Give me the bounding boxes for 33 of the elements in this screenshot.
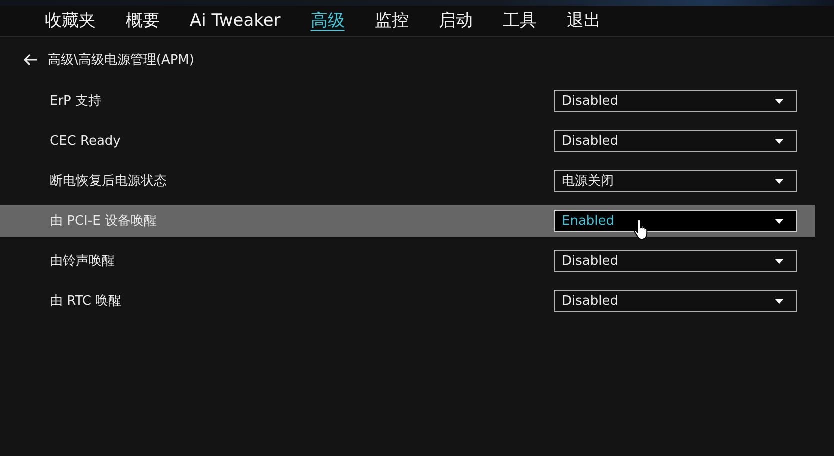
setting-dropdown[interactable]: Disabled xyxy=(554,130,797,152)
menu-tab[interactable]: Ai Tweaker xyxy=(190,10,281,32)
caret-icon xyxy=(775,98,784,104)
setting-row[interactable]: ErP 支持 Disabled xyxy=(0,85,815,117)
setting-row[interactable]: 断电恢复后电源状态 电源关闭 xyxy=(0,165,815,197)
setting-row[interactable]: 由 RTC 唤醒 Disabled xyxy=(0,285,815,317)
setting-row[interactable]: 由铃声唤醒 Disabled xyxy=(0,245,815,277)
setting-label: 由铃声唤醒 xyxy=(49,253,116,270)
caret-icon xyxy=(775,258,784,264)
setting-dropdown[interactable]: 电源关闭 xyxy=(554,170,797,192)
menu-tab[interactable]: 工具 xyxy=(502,10,537,32)
menu-tab[interactable]: 收藏夹 xyxy=(45,10,96,32)
setting-label: 断电恢复后电源状态 xyxy=(49,173,168,190)
caret-icon xyxy=(775,218,784,224)
breadcrumb-path: 高级\高级电源管理(APM) xyxy=(48,52,194,69)
menu-tab[interactable]: 高级 xyxy=(310,10,345,32)
caret-icon xyxy=(775,178,784,184)
setting-dropdown[interactable]: Disabled xyxy=(554,250,797,272)
caret-icon xyxy=(775,298,784,304)
setting-row[interactable]: CEC Ready Disabled xyxy=(0,125,815,157)
back-arrow-icon[interactable] xyxy=(24,54,38,66)
setting-dropdown[interactable]: Disabled xyxy=(554,90,797,112)
caret-icon xyxy=(775,138,784,144)
menu-tab[interactable]: 退出 xyxy=(566,10,601,32)
setting-label: 由 RTC 唤醒 xyxy=(49,293,123,310)
setting-label: CEC Ready xyxy=(49,134,122,148)
menu-tab[interactable]: 概要 xyxy=(126,10,160,32)
setting-label: ErP 支持 xyxy=(49,93,103,110)
menu-tab[interactable]: 监控 xyxy=(374,10,409,32)
setting-dropdown[interactable]: Disabled xyxy=(554,290,797,312)
menu-tab[interactable]: 启动 xyxy=(438,10,473,32)
setting-label: 由 PCI-E 设备唤醒 xyxy=(49,213,158,230)
setting-row[interactable]: 由 PCI-E 设备唤醒 Enabled xyxy=(0,205,815,237)
